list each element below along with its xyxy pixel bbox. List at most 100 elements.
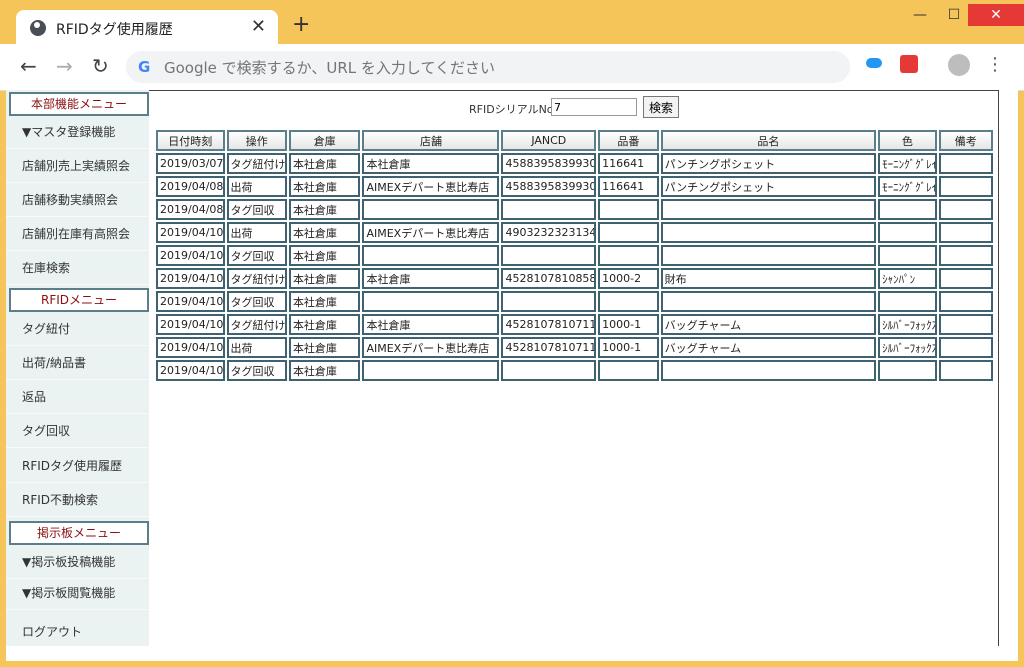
table-cell bbox=[938, 153, 993, 174]
tab-close-icon[interactable]: ✕ bbox=[251, 16, 266, 37]
back-button[interactable]: ← bbox=[20, 54, 37, 78]
rfid-menu-heading: RFIDメニュー bbox=[9, 288, 149, 312]
table-cell bbox=[598, 222, 659, 243]
table-cell: 本社倉庫 bbox=[362, 268, 500, 289]
sidebar-item-rfid-history[interactable]: RFIDタグ使用履歴 bbox=[6, 449, 149, 483]
table-cell bbox=[938, 268, 993, 289]
table-cell: 116641 bbox=[598, 176, 659, 197]
table-cell: パンチングポシェット bbox=[660, 176, 877, 197]
browser-tab[interactable]: RFIDタグ使用履歴 ✕ bbox=[16, 10, 278, 46]
logout-link[interactable]: ログアウト bbox=[6, 615, 149, 649]
table-cell: 116641 bbox=[598, 153, 659, 174]
red-extension-icon[interactable] bbox=[900, 55, 918, 73]
table-cell: 4528107810711 bbox=[501, 314, 597, 335]
table-cell bbox=[660, 291, 877, 312]
table-cell: 出荷 bbox=[226, 176, 287, 197]
column-header: 品番 bbox=[598, 130, 659, 151]
table-row: 2019/04/10 タグ回収 本社倉庫 bbox=[156, 291, 993, 312]
table-cell: タグ回収 bbox=[226, 291, 287, 312]
table-cell bbox=[598, 291, 659, 312]
table-cell: ｼﾙﾊﾞｰﾌｫｯｸｽ bbox=[878, 314, 937, 335]
table-cell: バッグチャーム bbox=[660, 337, 877, 358]
table-cell bbox=[878, 291, 937, 312]
table-cell: 本社倉庫 bbox=[288, 291, 361, 312]
table-row: 2019/03/07 タグ紐付け 本社倉庫 本社倉庫 4588395839930 1166… bbox=[156, 153, 993, 174]
google-icon: G bbox=[138, 58, 151, 76]
table-row: 2019/04/08 出荷 本社倉庫 AIMEXデパート恵比寿店 45883958399… bbox=[156, 176, 993, 197]
new-tab-button[interactable]: + bbox=[292, 14, 310, 36]
table-cell: 財布 bbox=[660, 268, 877, 289]
sidebar-item-board-post[interactable]: ▼掲示板投稿機能 bbox=[6, 545, 149, 579]
sidebar-item-tag-collect[interactable]: タグ回収 bbox=[6, 414, 149, 448]
page-viewport: 本部機能メニュー ▼マスタ登録機能 店舗別売上実績照会 店舗移動実績照会 店舗別… bbox=[6, 90, 1018, 661]
table-cell: 本社倉庫 bbox=[288, 199, 361, 220]
table-cell: バッグチャーム bbox=[660, 314, 877, 335]
main-menu-heading: 本部機能メニュー bbox=[9, 92, 149, 116]
sidebar-item-store-stock[interactable]: 店舗別在庫有高照会 bbox=[6, 217, 149, 251]
table-cell: AIMEXデパート恵比寿店 bbox=[362, 222, 500, 243]
table-row: 2019/04/10 出荷 本社倉庫 AIMEXデパート恵比寿店 45281078107… bbox=[156, 337, 993, 358]
table-cell: タグ回収 bbox=[226, 360, 287, 381]
column-header: 日付時刻 bbox=[156, 130, 225, 151]
column-header: 品名 bbox=[660, 130, 877, 151]
sidebar-item-board-view[interactable]: ▼掲示板閲覧機能 bbox=[6, 576, 149, 610]
table-cell: 2019/04/10 bbox=[156, 337, 225, 358]
table-cell bbox=[938, 360, 993, 381]
reload-button[interactable]: ↻ bbox=[92, 54, 109, 78]
address-bar[interactable]: G bbox=[126, 51, 850, 83]
table-cell bbox=[938, 314, 993, 335]
serial-input[interactable] bbox=[551, 98, 637, 116]
cloud-extension-icon[interactable] bbox=[866, 58, 882, 68]
table-cell: 本社倉庫 bbox=[362, 153, 500, 174]
history-table: 日付時刻 操作 倉庫 店舗 JANCD 品番 品名 色 備考 2019/03/0… bbox=[154, 128, 995, 383]
table-cell: タグ紐付け bbox=[226, 314, 287, 335]
table-cell: 出荷 bbox=[226, 337, 287, 358]
table-cell: 1000-2 bbox=[598, 268, 659, 289]
table-cell bbox=[938, 222, 993, 243]
table-cell bbox=[938, 291, 993, 312]
table-cell: 1000-1 bbox=[598, 314, 659, 335]
table-cell: 本社倉庫 bbox=[288, 268, 361, 289]
search-button[interactable]: 検索 bbox=[643, 96, 679, 118]
table-cell: 2019/03/07 bbox=[156, 153, 225, 174]
globe-icon bbox=[30, 20, 46, 36]
table-cell bbox=[598, 245, 659, 266]
table-cell: 1000-1 bbox=[598, 337, 659, 358]
table-cell bbox=[501, 199, 597, 220]
address-input[interactable] bbox=[162, 55, 826, 81]
sidebar-item-store-transfer[interactable]: 店舗移動実績照会 bbox=[6, 183, 149, 217]
sidebar-item-store-sales[interactable]: 店舗別売上実績照会 bbox=[6, 149, 149, 183]
title-bar: RFIDタグ使用履歴 ✕ + — ☐ ✕ bbox=[0, 0, 1024, 46]
sidebar-item-master[interactable]: ▼マスタ登録機能 bbox=[6, 115, 149, 149]
column-header: 倉庫 bbox=[288, 130, 361, 151]
profile-avatar[interactable] bbox=[948, 54, 970, 76]
forward-button[interactable]: → bbox=[56, 54, 73, 78]
status-bar bbox=[6, 646, 1018, 661]
sidebar-item-rfid-dormant[interactable]: RFID不動検索 bbox=[6, 483, 149, 517]
table-row: 2019/04/10 出荷 本社倉庫 AIMEXデパート恵比寿店 49032323231… bbox=[156, 222, 993, 243]
table-cell: ﾓｰﾆﾝｸﾞｸﾞﾚｲ bbox=[878, 176, 937, 197]
table-cell: タグ回収 bbox=[226, 245, 287, 266]
table-cell: 本社倉庫 bbox=[288, 360, 361, 381]
sidebar-item-shipping[interactable]: 出荷/納品書 bbox=[6, 346, 149, 380]
table-cell bbox=[938, 176, 993, 197]
table-cell: タグ回収 bbox=[226, 199, 287, 220]
table-cell: 本社倉庫 bbox=[288, 222, 361, 243]
table-cell bbox=[878, 245, 937, 266]
sidebar-item-tag-link[interactable]: タグ紐付 bbox=[6, 312, 149, 346]
close-window-button[interactable]: ✕ bbox=[968, 4, 1024, 26]
browser-menu-icon[interactable]: ⋮ bbox=[986, 54, 1004, 76]
table-cell: ｼﾙﾊﾞｰﾌｫｯｸｽ bbox=[878, 337, 937, 358]
column-header: 色 bbox=[878, 130, 937, 151]
sidebar: 本部機能メニュー ▼マスタ登録機能 店舗別売上実績照会 店舗移動実績照会 店舗別… bbox=[6, 90, 151, 649]
table-cell: 本社倉庫 bbox=[288, 153, 361, 174]
serial-label: RFIDシリアルNo bbox=[469, 103, 554, 116]
sidebar-item-returns[interactable]: 返品 bbox=[6, 380, 149, 414]
table-cell: 4903232323134 bbox=[501, 222, 597, 243]
table-cell bbox=[878, 199, 937, 220]
sidebar-item-stock-search[interactable]: 在庫検索 bbox=[6, 251, 149, 285]
table-cell bbox=[362, 199, 500, 220]
table-cell: 4528107810711 bbox=[501, 337, 597, 358]
table-cell bbox=[362, 291, 500, 312]
table-row: 2019/04/10 タグ紐付け 本社倉庫 本社倉庫 4528107810711 1000… bbox=[156, 314, 993, 335]
